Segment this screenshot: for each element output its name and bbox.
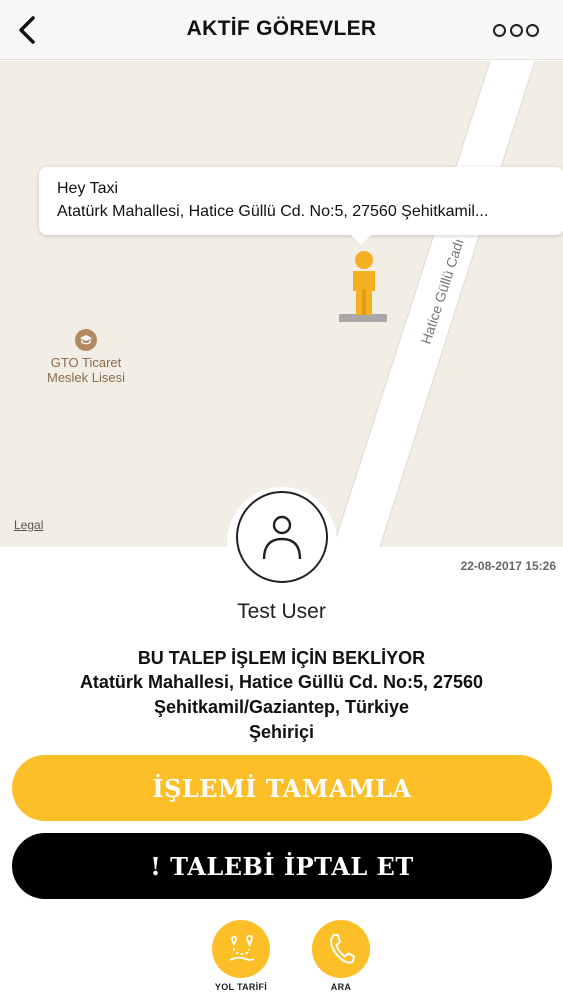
user-name: Test User [237, 600, 326, 623]
map-view[interactable]: Hatice Güllü Cadı Hey Taxi Atatürk Mahal… [0, 61, 563, 547]
route-label: YOL TARİFİ [214, 982, 268, 992]
map-road: Hatice Güllü Cadı [332, 61, 536, 547]
request-timestamp: 22-08-2017 15:26 [460, 559, 556, 573]
cancel-request-button[interactable]: ! TALEBİ İPTAL ET [12, 833, 552, 899]
call-label: ARA [330, 982, 352, 992]
school-icon [75, 329, 97, 351]
address-line-1: Atatürk Mahallesi, Hatice Güllü Cd. No:5… [79, 672, 484, 692]
complete-button-label: İŞLEMİ TAMAMLA [152, 773, 412, 803]
cancel-button-label: ! TALEBİ İPTAL ET [150, 851, 414, 881]
route-button[interactable]: YOL TARİFİ [211, 920, 271, 992]
legal-link[interactable]: Legal [14, 518, 43, 532]
more-options-button[interactable] [493, 20, 539, 40]
route-button-circle[interactable] [212, 920, 270, 978]
user-icon [262, 515, 302, 560]
top-nav-bar: AKTİF GÖREVLER [0, 0, 563, 60]
poi-label-line2: Meslek Lisesi [46, 370, 126, 385]
callout-title: Hey Taxi [57, 180, 119, 197]
page-title: AKTİF GÖREVLER [186, 17, 377, 40]
poi-school[interactable]: GTO Ticaret Meslek Lisesi [40, 329, 132, 385]
avatar [236, 491, 328, 583]
address-line-3: Şehiriçi [248, 722, 315, 742]
call-button-circle[interactable] [312, 920, 370, 978]
more-circles-icon [509, 23, 523, 37]
more-circles-icon [493, 23, 506, 37]
request-status: BU TALEP İŞLEM İÇİN BEKLİYOR [137, 648, 426, 668]
callout-address: Atatürk Mahallesi, Hatice Güllü Cd. No:5… [57, 203, 489, 220]
call-button[interactable]: ARA [311, 920, 371, 992]
complete-request-button[interactable]: İŞLEMİ TAMAMLA [12, 755, 552, 821]
poi-label-line1: GTO Ticaret [50, 355, 122, 370]
address-line-2: Şehitkamil/Gaziantep, Türkiye [153, 697, 410, 717]
person-pin-icon[interactable] [338, 249, 388, 325]
location-callout[interactable]: Hey Taxi Atatürk Mahallesi, Hatice Güllü… [39, 167, 563, 245]
phone-icon [330, 934, 355, 964]
route-icon [229, 934, 255, 961]
more-circles-icon [526, 23, 539, 37]
